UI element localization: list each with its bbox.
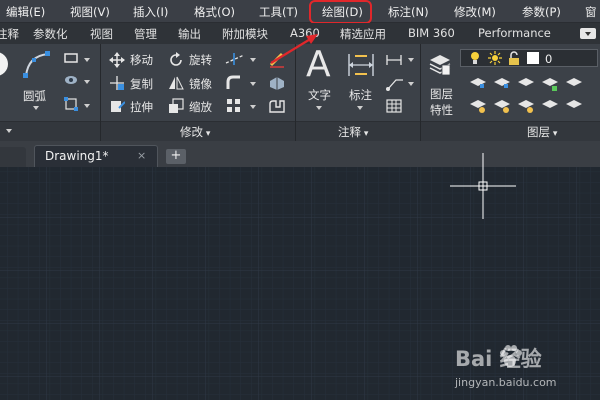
dimension-label[interactable]: 标注 [349, 87, 372, 103]
table-icon[interactable] [386, 98, 402, 114]
panel-separator [295, 44, 296, 141]
menu-tools[interactable]: 工具(T) [259, 4, 298, 20]
rectangle-dropdown[interactable] [84, 58, 90, 62]
sun-icon[interactable] [488, 51, 502, 65]
menu-edit[interactable]: 编辑(E) [6, 4, 45, 20]
layer-color-swatch [527, 52, 539, 64]
scale-icon[interactable] [168, 98, 184, 114]
rotate-label[interactable]: 旋转 [189, 52, 212, 68]
ribbon-tab-bar: 注释 参数化 视图 管理 输出 附加模块 A360 精选应用 BIM 360 P… [0, 23, 600, 44]
tab-a360[interactable]: A360 [290, 26, 320, 40]
tab-manage[interactable]: 管理 [134, 26, 157, 42]
layer-dropdown[interactable]: 0 [460, 49, 598, 67]
fillet-dropdown[interactable] [250, 82, 256, 86]
arc-dropdown[interactable] [33, 106, 39, 110]
tab-view[interactable]: 视图 [90, 26, 113, 42]
menu-window[interactable]: 窗 [585, 4, 597, 20]
new-tab-button[interactable]: + [166, 149, 186, 164]
tab-performance[interactable]: Performance [478, 26, 551, 40]
menu-format[interactable]: 格式(O) [194, 4, 235, 20]
panel-separator [420, 44, 421, 141]
menu-view[interactable]: 视图(V) [70, 4, 110, 20]
layer-properties-label-line1[interactable]: 图层 [430, 86, 453, 102]
rectangle-icon[interactable] [64, 52, 78, 64]
copy-icon[interactable] [109, 75, 125, 91]
boundary-dropdown[interactable] [84, 104, 90, 108]
lightbulb-icon[interactable] [469, 51, 481, 65]
linear-dim-dropdown[interactable] [408, 58, 414, 62]
text-label[interactable]: 文字 [308, 87, 331, 103]
panel-separator [100, 44, 101, 141]
draw-menu-highlight-box [309, 0, 372, 24]
dimension-dropdown[interactable] [357, 106, 363, 110]
menu-parametric[interactable]: 参数(P) [522, 4, 561, 20]
dimension-icon[interactable] [347, 52, 375, 78]
leader-icon[interactable] [386, 75, 404, 91]
move-icon[interactable] [109, 52, 125, 68]
scale-label[interactable]: 缩放 [189, 99, 212, 115]
stretch-label[interactable]: 拉伸 [130, 99, 153, 115]
text-tool-icon[interactable]: A [306, 44, 331, 85]
document-tab-drawing1[interactable]: Drawing1* × [34, 145, 158, 167]
copy-label[interactable]: 复制 [130, 76, 153, 92]
lock-icon[interactable] [507, 51, 521, 65]
layers-panel-title[interactable]: 图层 [527, 124, 557, 140]
stretch-icon[interactable] [109, 98, 125, 114]
hatch-icon[interactable] [64, 74, 78, 86]
menu-dimension[interactable]: 标注(N) [388, 4, 429, 20]
watermark-brand: Bai 经验 [455, 347, 542, 371]
circle-icon[interactable] [0, 50, 12, 78]
text-dropdown[interactable] [316, 106, 322, 110]
layer-tools-icons[interactable] [468, 74, 590, 118]
array-dropdown[interactable] [250, 105, 256, 109]
layer-properties-icon[interactable] [428, 52, 452, 76]
rotate-icon[interactable] [168, 52, 184, 68]
annotation-panel-title[interactable]: 注释 [338, 124, 368, 140]
ribbon-panel-title-bar [0, 121, 600, 141]
draw-pen-icon[interactable] [268, 50, 286, 68]
leader-dropdown[interactable] [408, 82, 414, 86]
start-tab[interactable] [0, 147, 26, 167]
modify-panel-title[interactable]: 修改 [180, 124, 210, 140]
trim-dropdown[interactable] [250, 58, 256, 62]
mirror-icon[interactable] [168, 75, 184, 91]
arc-label: 圆弧 [23, 89, 46, 103]
tab-addins[interactable]: 附加模块 [222, 26, 268, 42]
menu-bar: 编辑(E) 视图(V) 插入(I) 格式(O) 工具(T) 绘图(D) 标注(N… [0, 0, 600, 23]
watermark-url: jingyan.baidu.com [455, 376, 557, 389]
move-label[interactable]: 移动 [130, 52, 153, 68]
hatch-dropdown[interactable] [84, 80, 90, 84]
explode-icon[interactable] [268, 75, 286, 91]
draw-panel-dropdown[interactable] [6, 129, 12, 133]
linear-dim-icon[interactable] [386, 52, 402, 68]
close-icon[interactable]: × [137, 149, 146, 162]
trim-icon[interactable] [224, 52, 246, 66]
tab-featured-apps[interactable]: 精选应用 [340, 26, 386, 42]
array-icon[interactable] [226, 98, 242, 114]
tab-output[interactable]: 输出 [178, 26, 201, 42]
tab-bim360[interactable]: BIM 360 [408, 26, 455, 40]
tab-parametric[interactable]: 参数化 [33, 26, 68, 42]
fillet-icon[interactable] [226, 75, 242, 91]
mirror-label[interactable]: 镜像 [189, 76, 212, 92]
tab-annotate[interactable]: 注释 [0, 26, 19, 42]
ribbon-toggle-button[interactable] [580, 28, 596, 39]
crosshair-cursor-icon [450, 153, 516, 219]
document-tab-label[interactable]: Drawing1* [45, 149, 109, 163]
current-layer-name: 0 [545, 52, 553, 66]
boundary-icon[interactable] [64, 97, 78, 111]
menu-modify[interactable]: 修改(M) [454, 4, 496, 20]
arc-icon[interactable] [22, 50, 52, 80]
offset-icon[interactable] [268, 98, 286, 114]
menu-insert[interactable]: 插入(I) [133, 4, 168, 20]
layer-properties-label-line2[interactable]: 特性 [430, 102, 453, 118]
